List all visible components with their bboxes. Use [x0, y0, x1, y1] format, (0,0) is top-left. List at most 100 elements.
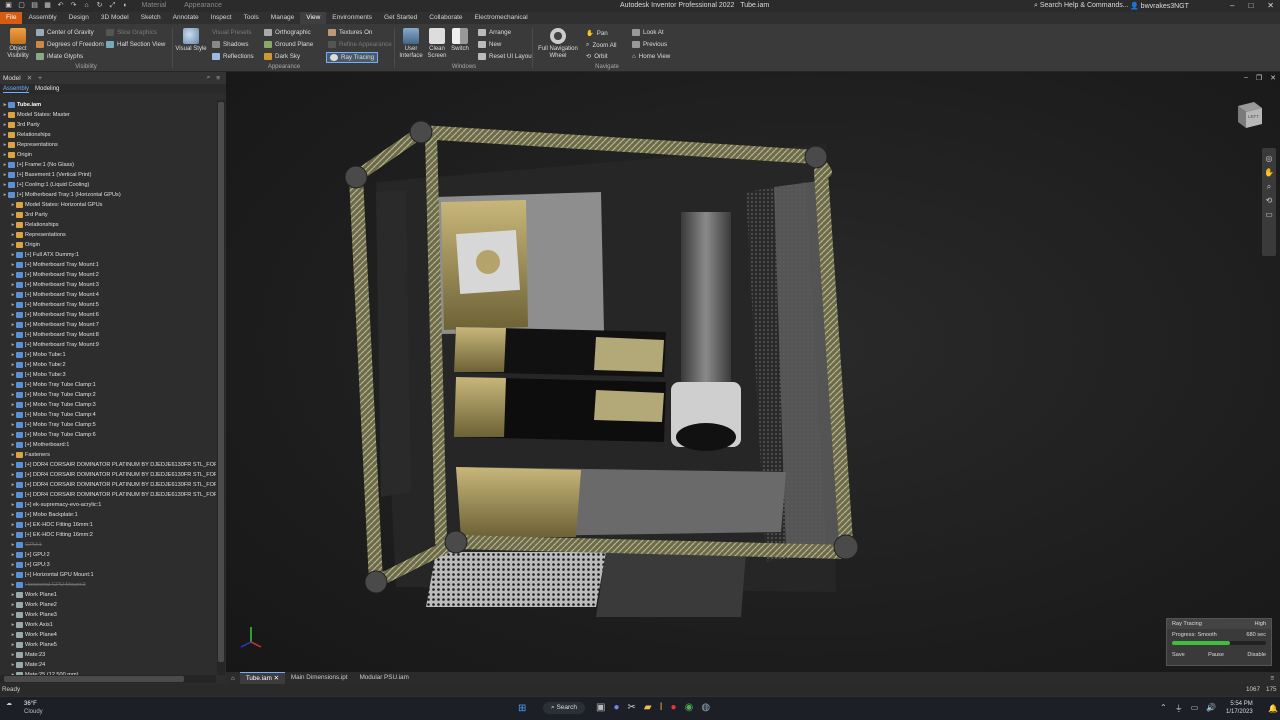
- close-icon[interactable]: ✕: [1267, 1, 1274, 10]
- visual-presets-button[interactable]: Visual Presets: [212, 29, 251, 36]
- weather-widget[interactable]: ☁ 36°F Cloudy: [6, 701, 43, 715]
- help-search[interactable]: ⌕ Search Help & Commands...: [1034, 2, 1129, 10]
- ray-tracing-quality[interactable]: High: [1254, 621, 1266, 627]
- previous-button[interactable]: Previous: [632, 41, 667, 48]
- file-explorer-icon[interactable]: ▰: [644, 702, 652, 713]
- graphics-viewport[interactable]: – ❐ ✕: [226, 72, 1280, 672]
- minimize-icon[interactable]: –: [1230, 1, 1234, 10]
- tree-node[interactable]: ▸ Relationships: [0, 130, 216, 140]
- tree-node[interactable]: ▸ Representations: [0, 140, 216, 150]
- tree-node[interactable]: ▸ [+] Basement:1 (Vertical Print): [0, 170, 216, 180]
- usb-icon[interactable]: ⏚: [1175, 703, 1183, 714]
- reset-ui-layout-button[interactable]: Reset UI Layout: [478, 53, 533, 60]
- network-icon[interactable]: ▭: [1191, 703, 1199, 714]
- ribbon-tab-get-started[interactable]: Get Started: [378, 12, 423, 24]
- home-view-button[interactable]: ⌂ Home View: [632, 53, 670, 60]
- tree-node[interactable]: ▸ [+] Motherboard Tray:1 (Horizontal GPUs…: [0, 190, 216, 200]
- appearance-dropdown[interactable]: Appearance: [178, 2, 228, 10]
- tree-node[interactable]: ▸ [+] Mobo Tray Tube Clamp:4: [0, 410, 216, 420]
- user-account[interactable]: 👤 bwvrakes3NGT: [1130, 2, 1189, 10]
- browser-close-icon[interactable]: ✕: [27, 74, 32, 82]
- ribbon-tab-design[interactable]: Design: [63, 12, 95, 24]
- ribbon-tab-inspect[interactable]: Inspect: [205, 12, 238, 24]
- switch-button[interactable]: Switch: [450, 28, 470, 53]
- steering-wheel-icon[interactable]: ◎: [1262, 154, 1276, 168]
- tree-node[interactable]: ▸ [+] EK-HDC Fitting 16mm:1: [0, 520, 216, 530]
- orbit-button[interactable]: ⟲ Orbit: [586, 53, 608, 60]
- tree-node[interactable]: ▸ Origin: [0, 240, 216, 250]
- tree-node[interactable]: ▸ [+] Mobo Tube:1: [0, 350, 216, 360]
- tab-modeling[interactable]: Modeling: [35, 86, 59, 92]
- tree-node[interactable]: ▸ [+] Mobo Tube:2: [0, 360, 216, 370]
- ribbon-tab-manage[interactable]: Manage: [265, 12, 301, 24]
- pan-icon[interactable]: ✋: [1262, 168, 1276, 182]
- home-icon[interactable]: ⌂: [82, 2, 91, 10]
- slice-graphics-button[interactable]: Slice Graphics: [106, 29, 157, 36]
- tree-node[interactable]: ▸ GPU:1: [0, 540, 216, 550]
- tree-node[interactable]: ▸ [+] Motherboard Tray Mount:2: [0, 270, 216, 280]
- full-navigation-wheel-button[interactable]: Full Navigation Wheel: [536, 28, 580, 60]
- tree-node[interactable]: ▸ Relationships: [0, 220, 216, 230]
- redo-icon[interactable]: ↷: [69, 2, 78, 10]
- tree-node[interactable]: ▸ Origin: [0, 150, 216, 160]
- viewcube[interactable]: LEFT: [1232, 96, 1266, 130]
- browser-horizontal-scrollbar[interactable]: [0, 675, 216, 683]
- tree-node[interactable]: ▸ [+] GPU:2: [0, 550, 216, 560]
- tree-node[interactable]: ▸ [+] DDR4 CORSAIR DOMINATOR PLATINUM BY …: [0, 460, 216, 470]
- tree-node[interactable]: ▸ [+] Motherboard Tray Mount:8: [0, 330, 216, 340]
- tree-node[interactable]: ▸ [+] ek-supremacy-evo-acrylic:1: [0, 500, 216, 510]
- tree-node[interactable]: ▸ Mate:24: [0, 660, 216, 670]
- ray-tracing-button[interactable]: Ray Tracing: [326, 52, 379, 63]
- ray-tracing-pause-button[interactable]: Pause: [1208, 652, 1224, 658]
- browser-vertical-scrollbar[interactable]: [217, 100, 225, 675]
- tree-node[interactable]: ▸ [+] Motherboard Tray Mount:9: [0, 340, 216, 350]
- tree-node[interactable]: ▸ Work Axis1: [0, 620, 216, 630]
- ribbon-tab-environments[interactable]: Environments: [326, 12, 378, 24]
- tree-node[interactable]: ▸ [+] Motherboard Tray Mount:4: [0, 290, 216, 300]
- tree-node[interactable]: ▸ [+] EK-HDC Fitting 16mm:2: [0, 530, 216, 540]
- tree-node[interactable]: ▸ Horizontal GPU Mount:2: [0, 580, 216, 590]
- open-icon[interactable]: ▤: [30, 2, 39, 10]
- tree-node[interactable]: ▸ [+] Mobo Tray Tube Clamp:3: [0, 400, 216, 410]
- new-window-button[interactable]: New: [478, 41, 501, 48]
- tree-node[interactable]: ▸ Work Plane2: [0, 600, 216, 610]
- teams-icon[interactable]: ●: [613, 702, 619, 713]
- notification-icon[interactable]: 🔔: [1268, 704, 1278, 713]
- tree-node[interactable]: ▸ [+] Horizontal GPU Mount:1: [0, 570, 216, 580]
- tree-node[interactable]: ▸ [+] Mobo Tray Tube Clamp:6: [0, 430, 216, 440]
- volume-icon[interactable]: 🔊: [1206, 703, 1216, 714]
- tree-node[interactable]: ▸ 3rd Party: [0, 210, 216, 220]
- doc-tab-modular-psu[interactable]: Modular PSU.iam: [354, 672, 415, 684]
- ribbon-tab-tools[interactable]: Tools: [238, 12, 265, 24]
- viewport-restore-icon[interactable]: ❐: [1256, 74, 1262, 82]
- tree-node[interactable]: ▸ [+] Mobo Tray Tube Clamp:1: [0, 380, 216, 390]
- tree-node[interactable]: ▸ [+] Frame:1 (No Glass): [0, 160, 216, 170]
- scroll-thumb[interactable]: [4, 676, 184, 682]
- update-icon[interactable]: ↻: [95, 2, 104, 10]
- tab-assembly[interactable]: Assembly: [3, 86, 30, 93]
- tree-node[interactable]: ▸ Representations: [0, 230, 216, 240]
- doc-tab-main-dimensions[interactable]: Main Dimensions.ipt: [285, 672, 354, 684]
- select-icon[interactable]: ⤢: [108, 2, 117, 10]
- zoom-icon[interactable]: ⌕: [1262, 182, 1276, 196]
- tree-node[interactable]: ▸ [+] Motherboard Tray Mount:6: [0, 310, 216, 320]
- zoom-all-button[interactable]: ⌕ Zoom All: [586, 41, 617, 49]
- orbit-icon[interactable]: ⟲: [1262, 196, 1276, 210]
- tree-node[interactable]: ▸ [+] DDR4 CORSAIR DOMINATOR PLATINUM BY …: [0, 480, 216, 490]
- taskbar-search[interactable]: ⌕ Search: [543, 702, 586, 714]
- inventor-icon[interactable]: Ⅰ: [660, 702, 663, 713]
- viewport-close-icon[interactable]: ✕: [1270, 74, 1276, 82]
- tree-node[interactable]: ▸ [+] Cooling:1 (Liquid Cooling): [0, 180, 216, 190]
- ribbon-tab-assembly[interactable]: Assembly: [22, 12, 62, 24]
- tree-node[interactable]: ▸ Work Plane3: [0, 610, 216, 620]
- tree-node[interactable]: ▸ [+] Motherboard:1: [0, 440, 216, 450]
- clean-screen-button[interactable]: Clean Screen: [426, 28, 448, 60]
- tree-node[interactable]: ▸ [+] Motherboard Tray Mount:5: [0, 300, 216, 310]
- ground-plane-button[interactable]: Ground Plane: [264, 41, 313, 48]
- half-section-view-button[interactable]: Half Section View: [106, 41, 165, 48]
- ribbon-tab-3d-model[interactable]: 3D Model: [95, 12, 135, 24]
- ribbon-tab-electromechanical[interactable]: Electromechanical: [469, 12, 534, 24]
- tree-node[interactable]: ▸ Tube.iam: [0, 100, 216, 110]
- imate-glyphs-button[interactable]: iMate Glyphs: [36, 53, 83, 60]
- tree-node[interactable]: ▸ 3rd Party: [0, 120, 216, 130]
